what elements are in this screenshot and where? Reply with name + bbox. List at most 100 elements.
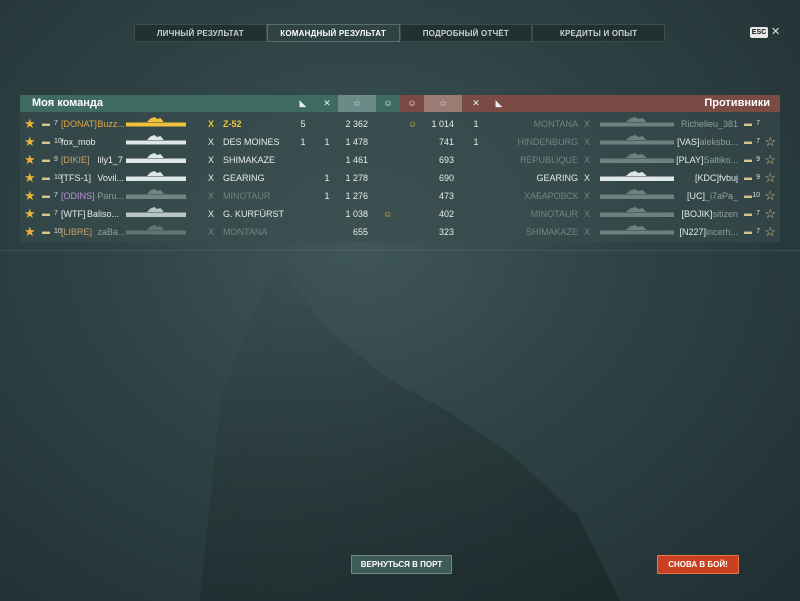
player-name: sitizen [712, 209, 738, 219]
base-xp: 323 [438, 227, 454, 237]
base-xp: 693 [438, 155, 454, 165]
table-row[interactable]: ★ ▬ 10 [TFS-1] Vovil... X GEARING 1 1 278 [20, 169, 400, 187]
clan-tag: [LIBRE] [61, 227, 93, 237]
table-row[interactable]: ☺ 1 014 1 MONTANA X Richelieu_381 ▬ 7 [400, 115, 780, 133]
ship-nation-x: X [208, 137, 215, 147]
player-label[interactable]: [VAS]aleksbu... [677, 133, 738, 151]
ships-destroyed: 1 [324, 137, 330, 147]
player-name[interactable]: Paru... [97, 187, 124, 205]
base-xp: 473 [438, 191, 454, 201]
ship-class-icon: ▬ [42, 155, 50, 164]
tab-detailed-report[interactable]: ПОДРОБНЫЙ ОТЧЁТ [399, 24, 533, 42]
ship-class-icon: ▬ [744, 155, 752, 164]
player-name: _i7aPa_ [704, 191, 738, 201]
close-icon[interactable]: ✕ [771, 25, 780, 38]
player-label[interactable]: [KDC]fvbuj [695, 169, 738, 187]
rank-star-icon: ★ [24, 188, 36, 203]
player-name[interactable]: Buzz... [97, 115, 125, 133]
ship-silhouette [600, 138, 674, 147]
ships-destroyed: 1 [324, 173, 330, 183]
ships-destroyed-icon[interactable]: ✕ [318, 95, 336, 112]
tab-team-result[interactable]: КОМАНДНЫЙ РЕЗУЛЬТАТ [266, 24, 400, 42]
ship-tier: 9 [756, 174, 760, 181]
table-row[interactable]: ★ ▬ 10 [LIBRE] zaBa... X MONTANA 655 [20, 223, 400, 241]
ship-nation-x: X [584, 173, 591, 183]
player-name: Saltiko... [703, 155, 738, 165]
clan-tag: [WTF] [61, 209, 86, 219]
player-label[interactable]: Richelieu_381 [681, 115, 738, 133]
rank-star-icon: ★ [24, 152, 36, 167]
ship-class-icon: ▬ [42, 119, 50, 128]
enemy-ships-destroyed-icon[interactable]: ✕ [467, 95, 485, 112]
ship-class-icon: ▬ [744, 227, 752, 236]
table-row[interactable]: 741 1 HINDENBURG X [VAS]aleksbu... ▬ 7 ☆ [400, 133, 780, 151]
table-row[interactable]: ★ ▬ 10 fox_mob X DES MOINES 1 1 1 478 [20, 133, 400, 151]
enemy-team-title: Противники [704, 97, 770, 109]
enemy-team-panel: ☺ ☆ ✕ ◣ Противники ☺ 1 014 1 MONTANA X Richel… [400, 95, 780, 242]
rank-star-icon: ★ [24, 206, 36, 221]
clan-tag: [UC] [686, 191, 705, 201]
ship-tier: 10 [752, 192, 760, 199]
player-label[interactable]: [BOJIK]sitizen [681, 205, 738, 223]
planes-destroyed-icon[interactable]: ◣ [294, 95, 312, 112]
ship-silhouette [600, 192, 674, 201]
battle-again-button[interactable]: СНОВА В БОЙ! [657, 555, 739, 574]
table-row[interactable]: ★ ▬ 7 [ODINS] Paru... X MINOTAUR 1 1 276 [20, 187, 400, 205]
enemy-planes-destroyed-icon[interactable]: ◣ [490, 95, 508, 112]
xp-star-icon[interactable]: ☆ [338, 95, 376, 112]
esc-key-hint: ESC [750, 27, 768, 38]
rank-star-icon: ★ [24, 134, 36, 149]
ship-class-icon: ▬ [744, 173, 752, 182]
ship-nation-x: X [208, 209, 215, 219]
ship-name: GEARING [536, 173, 578, 183]
my-team-title: Моя команда [32, 97, 104, 109]
enemy-xp-star-icon[interactable]: ☆ [424, 95, 462, 112]
player-name[interactable]: zaBa... [97, 223, 125, 241]
planes-destroyed: 1 [300, 137, 306, 147]
table-row[interactable]: 473 ХАБАРОВСК X [UC]_i7aPa_ ▬ 10 ☆ [400, 187, 780, 205]
ship-name: SHIMAKAZE [223, 155, 276, 165]
tab-bar: ЛИЧНЫЙ РЕЗУЛЬТАТ КОМАНДНЫЙ РЕЗУЛЬТАТ ПОД… [134, 24, 665, 42]
player-label[interactable]: [UC]_i7aPa_ [687, 187, 738, 205]
ship-name: Z-52 [223, 119, 242, 129]
base-xp: 741 [438, 137, 454, 147]
table-row[interactable]: ★ ▬ 7 [DONAT] Buzz... X Z-52 5 2 362 [20, 115, 400, 133]
ship-nation-x: X [584, 227, 591, 237]
clan-tag: [DIKIE] [61, 155, 90, 165]
ship-class-icon: ▬ [42, 137, 50, 146]
enemy-smile-icon[interactable]: ☺ [403, 95, 421, 112]
ship-nation-x: X [208, 119, 215, 129]
player-label[interactable]: [PLAY]Saltiko... [676, 151, 738, 169]
ship-tier: 9 [756, 156, 760, 163]
player-name: incerh... [705, 227, 738, 237]
clan-tag: [TFS-1] [61, 173, 92, 183]
ship-nation-x: X [584, 155, 591, 165]
tab-personal-result[interactable]: ЛИЧНЫЙ РЕЗУЛЬТАТ [134, 24, 267, 42]
clan-tag: [N227] [679, 227, 706, 237]
player-name[interactable]: fox_mob [61, 133, 96, 151]
ship-nation-x: X [584, 191, 591, 201]
player-label[interactable]: [N227]incerh... [679, 223, 738, 241]
table-row[interactable]: 690 GEARING X [KDC]fvbuj ▬ 9 ☆ [400, 169, 780, 187]
table-row[interactable]: 693 REPUBLIQUE X [PLAY]Saltiko... ▬ 9 ☆ [400, 151, 780, 169]
ship-class-icon: ▬ [744, 119, 752, 128]
player-name[interactable]: Baliso... [87, 205, 119, 223]
ship-tier: 7 [756, 138, 760, 145]
player-name[interactable]: Vovil... [97, 169, 124, 187]
tab-credits-xp[interactable]: КРЕДИТЫ И ОПЫТ [532, 24, 665, 42]
table-row[interactable]: 323 SHIMAKAZE X [N227]incerh... ▬ 7 ☆ [400, 223, 780, 241]
table-row[interactable]: ★ ▬ 9 [DIKIE] lily1_7 X SHIMAKAZE 1 461 [20, 151, 400, 169]
player-name[interactable]: lily1_7 [97, 151, 123, 169]
table-row[interactable]: ★ ▬ 7 [WTF] Baliso... X G. KURFÜRST 1 038 ☺ [20, 205, 400, 223]
ship-class-icon: ▬ [744, 137, 752, 146]
ships-destroyed: 1 [473, 119, 479, 129]
table-row[interactable]: 402 MINOTAUR X [BOJIK]sitizen ▬ 7 ☆ [400, 205, 780, 223]
background-ship [200, 260, 620, 601]
base-xp: 1 014 [431, 119, 454, 129]
ship-silhouette [126, 138, 186, 147]
base-xp: 1 478 [345, 137, 368, 147]
return-to-port-button[interactable]: ВЕРНУТЬСЯ В ПОРТ [351, 555, 452, 574]
enemy-team-header: ☺ ☆ ✕ ◣ Противники [400, 95, 780, 112]
ship-tier: 7 [756, 228, 760, 235]
player-smile-icon[interactable]: ☺ [379, 95, 397, 112]
